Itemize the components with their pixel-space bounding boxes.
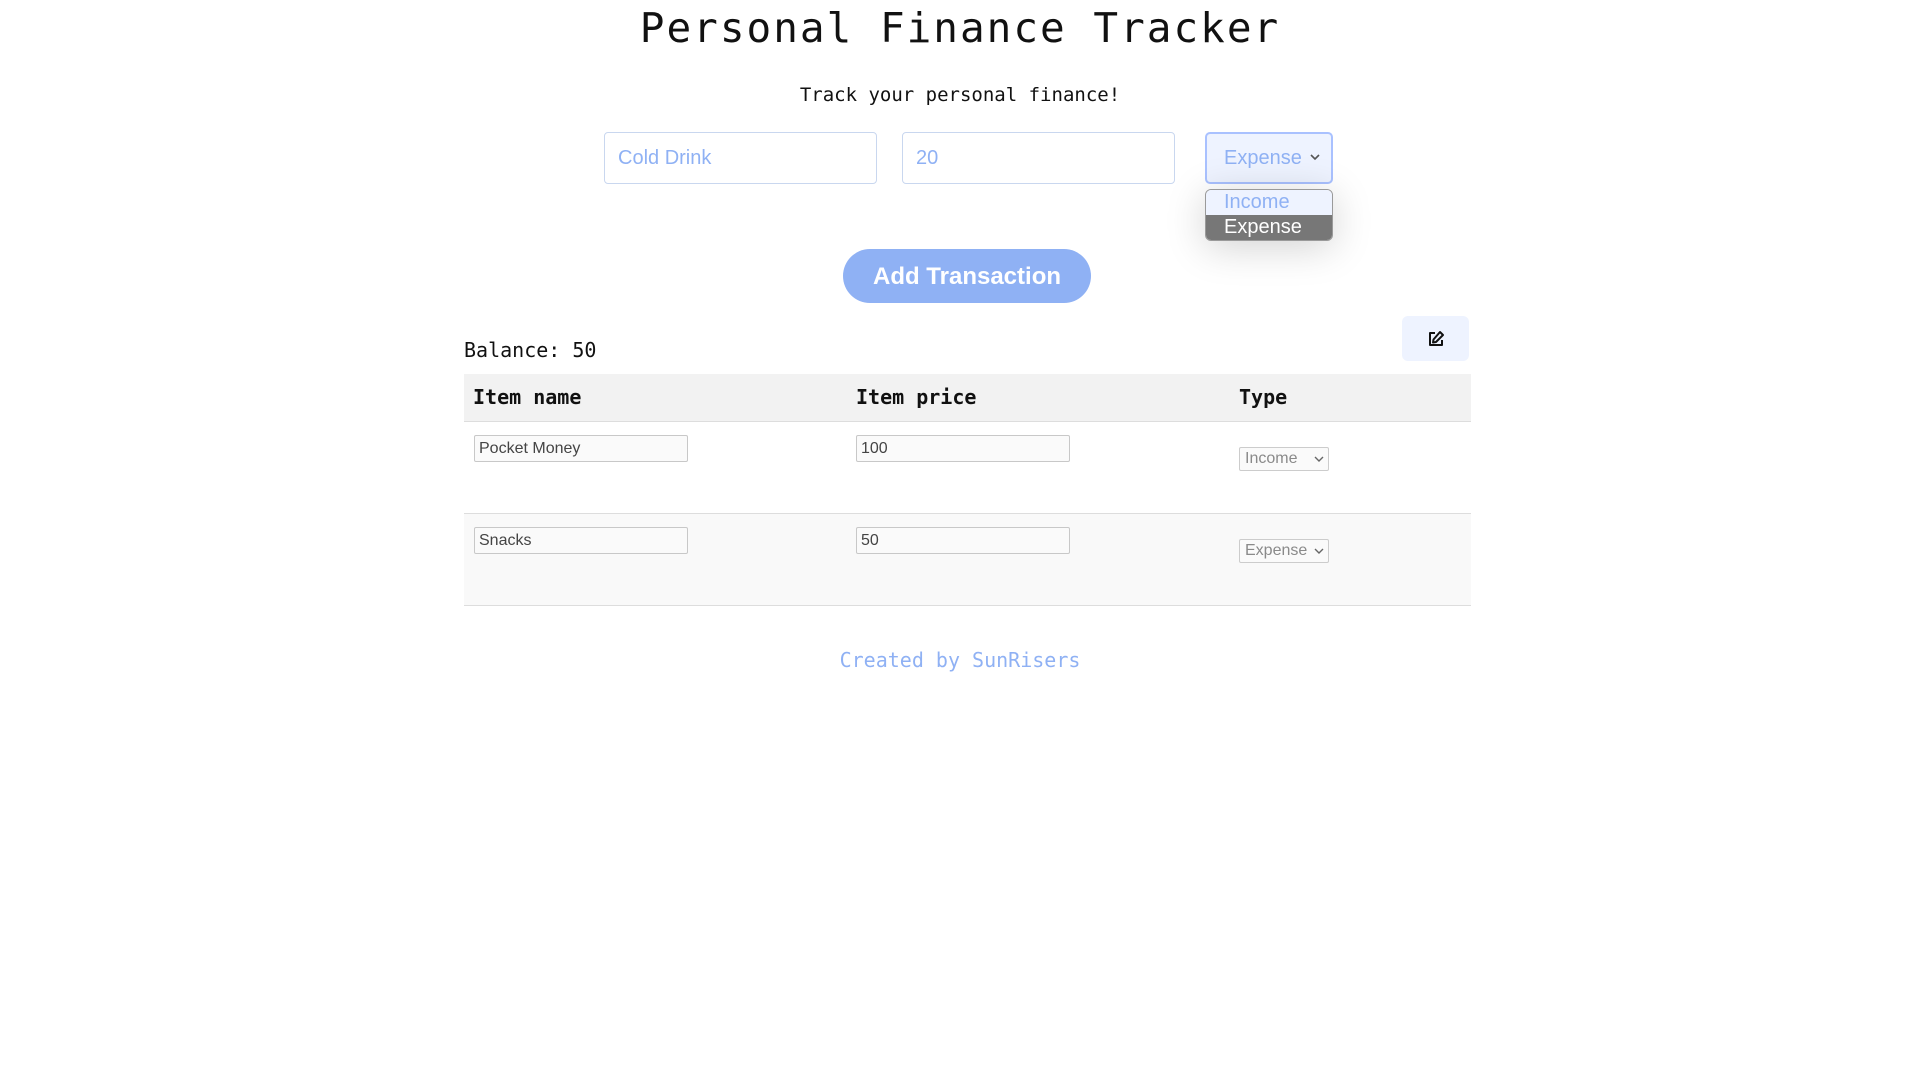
row-item-price-input[interactable]: 50 <box>856 527 1070 554</box>
add-transaction-button[interactable]: Add Transaction <box>843 249 1091 303</box>
page-subtitle: Track your personal finance! <box>799 84 1121 106</box>
balance-display: Balance: 50 <box>464 338 597 362</box>
transactions-table: Item name Item price Type Pocket Money 1… <box>464 374 1471 606</box>
row-type-select[interactable]: Expense <box>1239 539 1329 563</box>
type-select-value: Expense <box>1224 146 1302 169</box>
edit-button[interactable] <box>1402 316 1469 361</box>
dropdown-option-expense[interactable]: Expense <box>1206 215 1332 240</box>
chevron-down-icon <box>1314 456 1324 462</box>
header-item-name: Item name <box>473 385 582 409</box>
page-title: Personal Finance Tracker <box>639 4 1281 52</box>
item-name-input[interactable] <box>604 132 877 184</box>
chevron-down-icon <box>1314 548 1324 554</box>
header-type: Type <box>1239 385 1288 409</box>
table-header: Item name Item price Type <box>464 374 1471 422</box>
chevron-down-icon <box>1310 154 1320 161</box>
row-item-name-input[interactable]: Pocket Money <box>474 435 688 462</box>
dropdown-option-income[interactable]: Income <box>1206 190 1332 215</box>
table-row: Pocket Money 100 Income <box>464 422 1471 514</box>
table-row: Snacks 50 Expense <box>464 514 1471 606</box>
row-type-select[interactable]: Income <box>1239 447 1329 471</box>
edit-icon <box>1428 330 1444 346</box>
item-price-input[interactable] <box>902 132 1175 184</box>
row-type-value: Income <box>1245 450 1298 467</box>
type-dropdown-menu: Income Expense <box>1205 189 1333 241</box>
row-type-value: Expense <box>1245 542 1308 559</box>
row-item-price-input[interactable]: 100 <box>856 435 1070 462</box>
header-item-price: Item price <box>856 385 977 409</box>
footer-credit: Created by SunRisers <box>839 648 1081 672</box>
row-item-name-input[interactable]: Snacks <box>474 527 688 554</box>
type-select[interactable]: Expense <box>1205 132 1333 184</box>
